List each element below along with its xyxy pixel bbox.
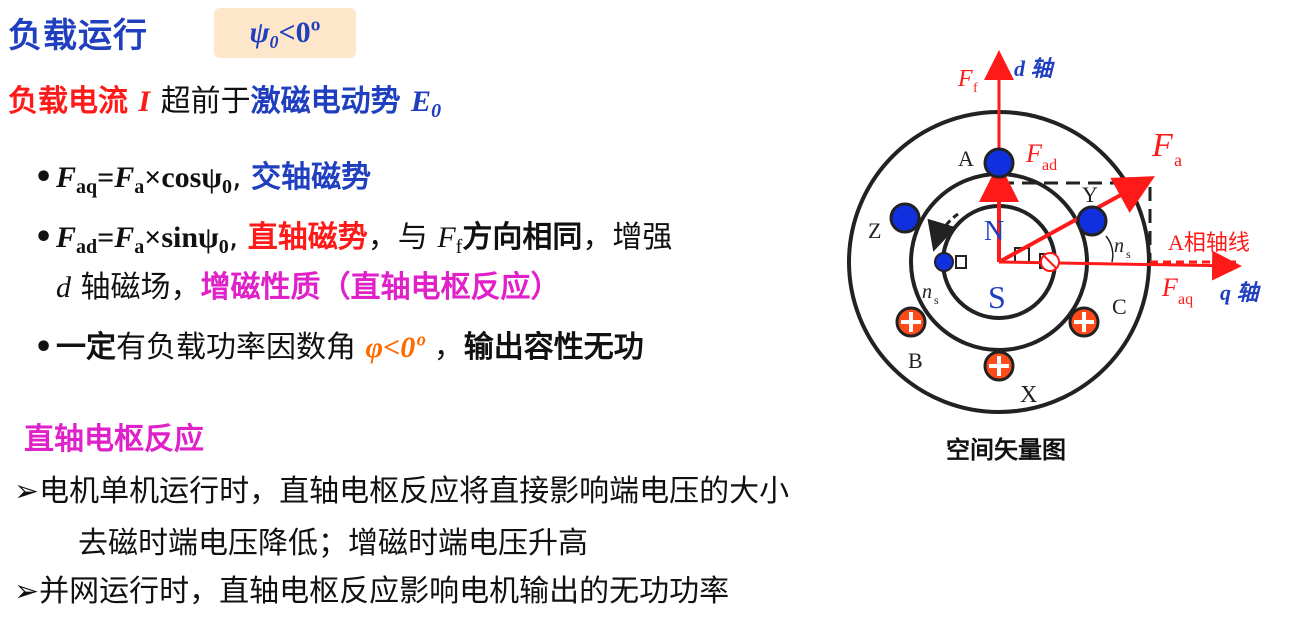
- arrow-bullet-icon: ➢: [14, 574, 40, 609]
- coil-c-cross: [1068, 306, 1100, 338]
- a-phase-axis-label: A相轴线: [1168, 230, 1250, 255]
- coil-z-dot: [889, 202, 921, 234]
- ns-angle-arc: [1105, 235, 1114, 263]
- ns-rotor-label: n: [922, 281, 932, 303]
- section-item-1: ➢电机单机运行时，直轴电枢反应将直接影响端电压的大小: [14, 474, 790, 509]
- coil-x-label: X: [1020, 382, 1037, 408]
- emf-symbol: E: [411, 85, 432, 118]
- subtitle-leads: 超前于: [160, 84, 251, 119]
- coil-y-dot: [1076, 205, 1108, 237]
- coil-y-label: Y: [1082, 182, 1098, 207]
- pole-s-label: S: [988, 279, 1006, 315]
- diagram-caption: 空间矢量图: [946, 436, 1066, 464]
- faq-label: F: [1161, 273, 1179, 302]
- fa-subscript: a: [1174, 150, 1182, 170]
- direct-mmf-label: 直轴磁势: [247, 220, 368, 255]
- emf-subscript: 0: [431, 100, 442, 122]
- current-symbol: I: [138, 85, 151, 118]
- bullet-item-3: •一定有负载功率因数角 φ<0º ，输出容性无功: [34, 330, 644, 365]
- coil-b-cross: [895, 306, 927, 338]
- bullet-item-2-cont: d 轴磁场，增磁性质（直轴电枢反应）: [56, 270, 561, 305]
- coil-a-label: A: [958, 146, 974, 171]
- section-item-1-cont: 去磁时端电压降低；增磁时端电压升高: [78, 526, 588, 561]
- space-vector-diagram: d 轴 q 轴 F f F ad F a F aq A相轴线 n s n s A…: [847, 50, 1262, 414]
- d-axis-label: d 轴: [1014, 56, 1056, 81]
- coil-z-label: Z: [868, 218, 881, 243]
- coil-c-label: C: [1112, 294, 1127, 319]
- section-title: 直轴电枢反应: [24, 422, 204, 457]
- bullet-item-1: •Faq=Fa×cosψ0, 交轴磁势: [34, 160, 372, 198]
- arrow-bullet-icon: ➢: [14, 474, 40, 509]
- phi-angle: φ<0º: [365, 331, 425, 364]
- faq-subscript: aq: [1178, 291, 1193, 308]
- subtitle-emf: 激磁电动势: [250, 84, 401, 119]
- magnetizing-label: 增磁性质（直轴电枢反应）: [200, 270, 561, 305]
- bullet-item-2: •Fad=Fa×sinψ0, 直轴磁势，与 Ff方向相同，增强: [34, 220, 673, 258]
- fa-label: F: [1151, 127, 1174, 164]
- svg-text:s: s: [1126, 247, 1131, 261]
- svg-text:s: s: [934, 293, 939, 307]
- condition-badge: ψ0<0º: [214, 8, 356, 58]
- section-item-2: ➢并网运行时，直轴电枢反应影响电机输出的无功功率: [14, 574, 730, 609]
- q-axis-label: q 轴: [1220, 280, 1262, 305]
- fad-label: F: [1025, 139, 1043, 168]
- page-title: 负载运行: [8, 16, 148, 56]
- pole-n-label: N: [984, 216, 1004, 247]
- ff-label: F: [957, 66, 973, 92]
- condition-rest: <0º: [278, 16, 321, 49]
- psi-symbol: ψ: [249, 16, 270, 49]
- coil-x-cross: [983, 350, 1015, 382]
- quadrature-mmf-label: 交轴磁势: [251, 160, 372, 195]
- subtitle-load-current: 负载电流: [8, 84, 128, 119]
- fad-subscript: ad: [1042, 157, 1057, 174]
- coil-b-label: B: [908, 348, 923, 373]
- psi-subscript: 0: [269, 32, 279, 52]
- rotor-dot: [934, 252, 954, 272]
- q-axis-arrow: [998, 250, 1242, 281]
- ns-angle-label: n: [1114, 235, 1124, 257]
- ff-subscript: f: [973, 81, 978, 96]
- coil-a-dot: [983, 147, 1015, 179]
- subtitle: 负载电流 I 超前于激磁电动势 E0: [8, 76, 441, 123]
